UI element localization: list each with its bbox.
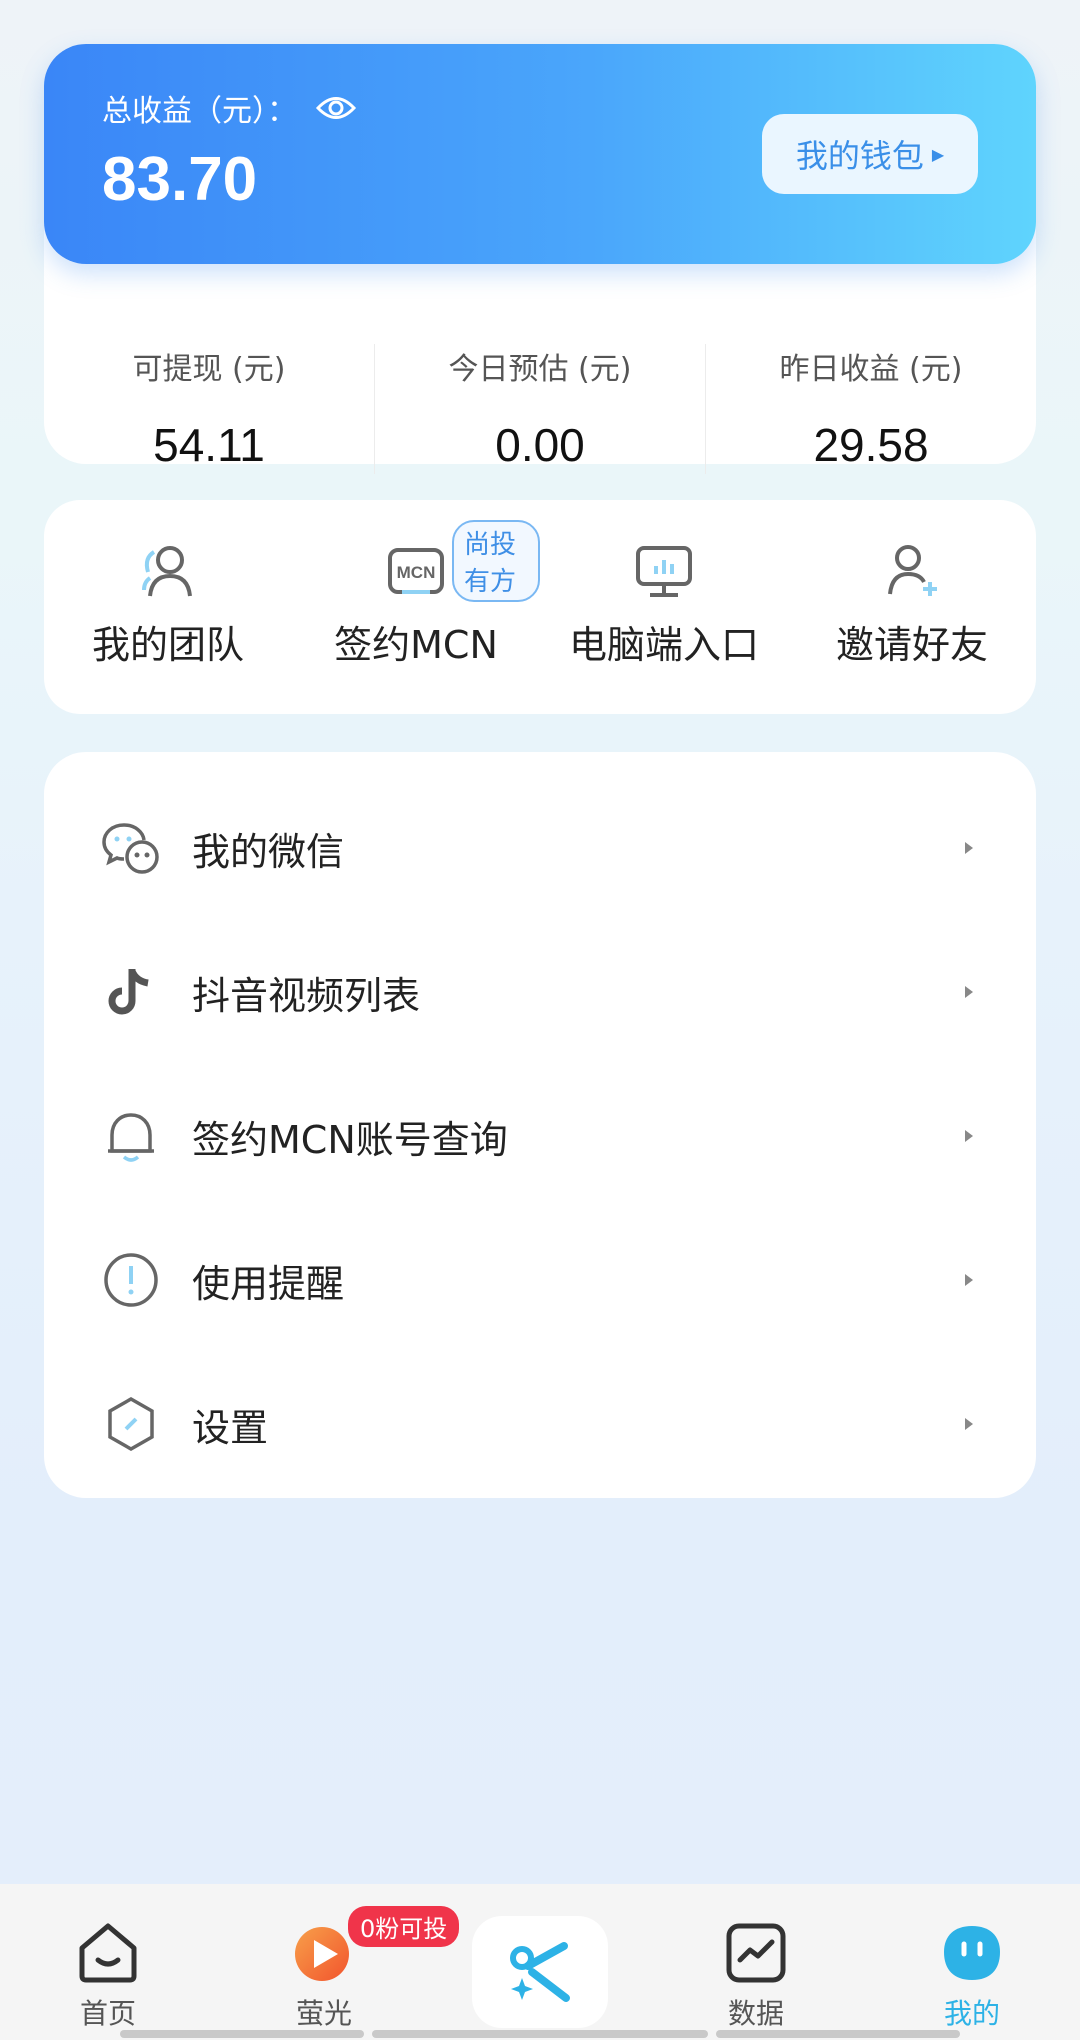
stat-yesterday-earnings: 昨日收益 (元) 29.58: [706, 264, 1036, 471]
alert-icon: [104, 1253, 158, 1307]
stat-value: 0.00: [495, 419, 585, 471]
stat-label: 昨日收益 (元): [779, 352, 963, 387]
nav-label: 萤光: [295, 1997, 352, 2030]
total-earnings-value: 83.70: [102, 145, 258, 214]
menu-item-label: 我的微信: [192, 829, 345, 874]
nav-tab-home[interactable]: 首页: [0, 1884, 216, 2040]
menu-list-card: 我的微信 抖音视频列表 签约MCN账号查询 使用提醒 设置: [44, 752, 1036, 1498]
earnings-stats: 可提现 (元) 54.11 今日预估 (元) 0.00 昨日收益 (元) 29.…: [44, 264, 1036, 474]
team-icon: [142, 546, 192, 597]
svg-text:MCN: MCN: [397, 563, 436, 582]
gesture-bar-segment: [372, 2030, 708, 2038]
quick-action-label: 邀请好友: [835, 623, 988, 667]
nav-tab-data[interactable]: 数据: [648, 1884, 864, 2040]
capcut-center-button[interactable]: [472, 1916, 608, 2028]
total-earnings-label: 总收益（元）：: [102, 94, 297, 129]
quick-action-my-team[interactable]: 我的团队: [44, 500, 292, 714]
yingguang-icon: [295, 1927, 349, 1981]
eye-icon[interactable]: [315, 93, 357, 123]
quick-action-label: 我的团队: [91, 623, 244, 667]
quick-action-label: 电脑端入口: [568, 623, 759, 667]
nav-label: 数据: [727, 1997, 784, 2030]
quick-action-label: 签约MCN: [334, 623, 498, 667]
chevron-right-icon: [965, 842, 973, 854]
menu-item-label: 使用提醒: [192, 1261, 345, 1306]
menu-item-label: 签约MCN账号查询: [192, 1117, 508, 1162]
stat-today-estimate: 今日预估 (元) 0.00: [375, 264, 705, 471]
yingguang-badge: 0粉可投: [348, 1906, 460, 1947]
gesture-bar-segment: [716, 2030, 960, 2038]
menu-item-mcn-account-query[interactable]: 签约MCN账号查询: [44, 1064, 1036, 1208]
earnings-card: 总收益（元）： 83.70 我的钱包 ▶ 可提现 (元) 54.11 今日预估 …: [44, 44, 1036, 474]
computer-icon: [636, 546, 692, 597]
my-wallet-button[interactable]: 我的钱包 ▶: [762, 114, 978, 194]
capcut-icon: [510, 1942, 570, 2002]
chevron-right-icon: [965, 1130, 973, 1142]
bell-icon: [108, 1113, 154, 1162]
stat-label: 今日预估 (元): [448, 352, 632, 387]
gesture-bar-segment: [120, 2030, 364, 2038]
quick-actions-card: 我的团队 MCN 签约MCN 尚投有方 电脑端入口 邀请好友: [44, 500, 1036, 714]
quick-action-sign-mcn[interactable]: MCN 签约MCN 尚投有方: [292, 500, 540, 714]
stat-value: 54.11: [153, 419, 265, 471]
mcn-icon: MCN: [388, 548, 444, 594]
bottom-navigation: 首页 萤光 数据 我的 0粉可投: [0, 1884, 1080, 2040]
menu-item-my-wechat[interactable]: 我的微信: [44, 776, 1036, 920]
quick-action-invite-friend[interactable]: 邀请好友: [788, 500, 1036, 714]
stat-value: 29.58: [813, 419, 929, 471]
nav-tab-profile[interactable]: 我的: [864, 1884, 1080, 2040]
stat-withdrawable: 可提现 (元) 54.11: [44, 264, 374, 471]
quick-action-computer-entry[interactable]: 电脑端入口: [540, 500, 788, 714]
settings-icon: [108, 1396, 154, 1452]
stat-label: 可提现 (元): [132, 352, 286, 387]
menu-item-settings[interactable]: 设置: [44, 1352, 1036, 1496]
home-icon: [79, 1923, 137, 1983]
mcn-badge: 尚投有方: [452, 520, 540, 602]
menu-item-douyin-videos[interactable]: 抖音视频列表: [44, 920, 1036, 1064]
nav-label: 我的: [943, 1997, 1000, 2030]
data-chart-icon: [726, 1923, 786, 1983]
earnings-header: 总收益（元）： 83.70 我的钱包 ▶: [44, 44, 1036, 264]
wechat-icon: [102, 823, 159, 874]
invite-friend-icon: [888, 545, 937, 596]
nav-label: 首页: [79, 1997, 136, 2030]
menu-item-label: 设置: [192, 1405, 269, 1450]
menu-item-usage-reminder[interactable]: 使用提醒: [44, 1208, 1036, 1352]
chevron-right-icon: ▶: [931, 144, 945, 164]
profile-icon: [944, 1926, 1000, 1980]
chevron-right-icon: [965, 1274, 973, 1286]
chevron-right-icon: [965, 986, 973, 998]
chevron-right-icon: [965, 1418, 973, 1430]
menu-item-label: 抖音视频列表: [192, 973, 421, 1018]
total-earnings-label-row: 总收益（元）：: [102, 86, 357, 130]
douyin-icon: [108, 969, 149, 1015]
my-wallet-label: 我的钱包: [795, 137, 924, 175]
